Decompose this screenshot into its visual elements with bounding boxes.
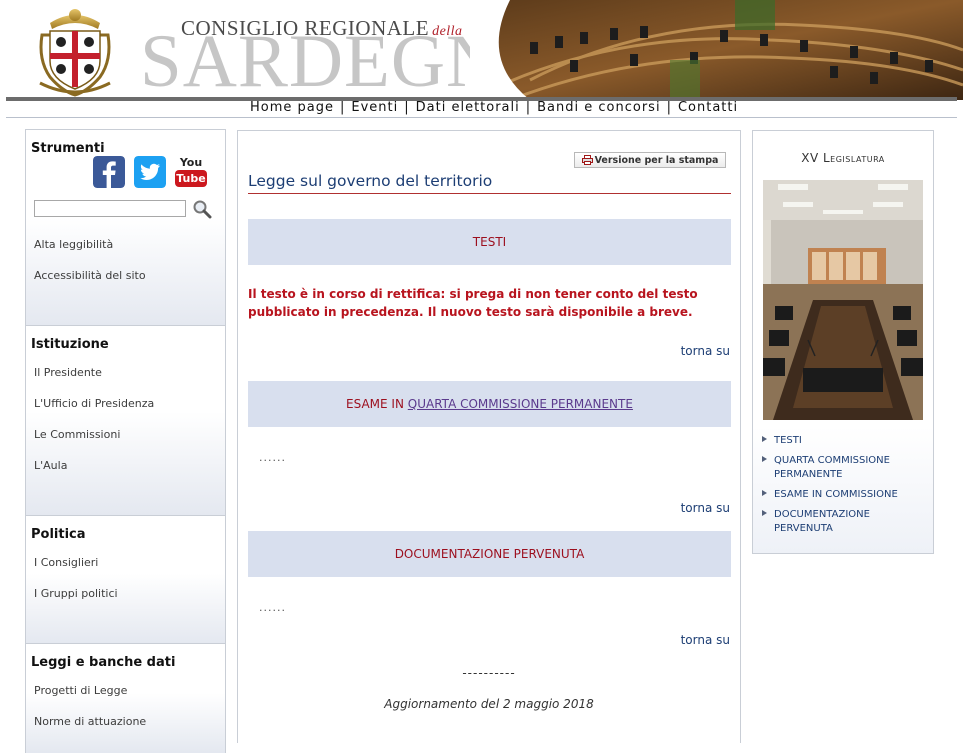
bullet-icon xyxy=(762,456,767,462)
print-version-button[interactable]: Versione per la stampa xyxy=(574,152,726,168)
right-link-quarta-commissione[interactable]: QUARTA COMMISSIONE PERMANENTE xyxy=(762,454,922,482)
sidebar-heading-politica: Politica xyxy=(31,527,86,542)
sidebar-link-ufficio-presidenza[interactable]: L'Ufficio di Presidenza xyxy=(34,397,154,410)
nav-bandi-e-concorsi[interactable]: Bandi e concorsi xyxy=(531,101,666,115)
sidebar-link-aula[interactable]: L'Aula xyxy=(34,459,67,472)
printer-icon xyxy=(581,155,593,165)
sidebar-heading-strumenti: Strumenti xyxy=(31,141,105,156)
sidebar-link-accessibilita[interactable]: Accessibilità del sito xyxy=(34,269,146,282)
search-input[interactable] xyxy=(34,200,186,217)
sidebar-link-norme-attuazione[interactable]: Norme di attuazione xyxy=(34,715,146,728)
right-link-documentazione-label: DOCUMENTAZIONE PERVENUTA xyxy=(774,509,870,534)
sidebar-heading-leggi: Leggi e banche dati xyxy=(31,655,176,670)
search-icon[interactable] xyxy=(192,199,212,219)
placeholder-dots: ...... xyxy=(259,601,286,614)
sidebar-section-politica: Politica I Consiglieri I Gruppi politici xyxy=(25,515,226,644)
nav-contatti[interactable]: Contatti xyxy=(672,101,744,115)
right-link-quarta-commissione-label: QUARTA COMMISSIONE PERMANENTE xyxy=(774,455,890,480)
sidebar-section-leggi: Leggi e banche dati Progetti di Legge No… xyxy=(25,643,226,753)
nav-eventi[interactable]: Eventi xyxy=(345,101,404,115)
sidebar-link-gruppi-politici[interactable]: I Gruppi politici xyxy=(34,587,118,600)
site-header: CONSIGLIO REGIONALE della SARDEGNA xyxy=(0,0,963,100)
placeholder-dots: ...... xyxy=(259,451,286,464)
sidebar-heading-istituzione: Istituzione xyxy=(31,337,109,352)
right-link-documentazione[interactable]: DOCUMENTAZIONE PERVENUTA xyxy=(762,508,922,536)
youtube-icon-top: You xyxy=(179,156,203,169)
section-header-documentazione: DOCUMENTAZIONE PERVENUTA xyxy=(248,531,731,577)
twitter-icon[interactable] xyxy=(134,156,166,188)
rectification-notice: Il testo è in corso di rettifica: si pre… xyxy=(248,287,698,319)
right-link-esame-commissione[interactable]: ESAME IN COMMISSIONE xyxy=(762,488,922,502)
sidebar-link-alta-leggibilita[interactable]: Alta leggibilità xyxy=(34,238,113,251)
bullet-icon xyxy=(762,510,767,516)
bullet-icon xyxy=(762,436,767,442)
nav-home-page[interactable]: Home page xyxy=(244,101,340,115)
coat-of-arms-logo[interactable] xyxy=(36,5,114,97)
council-room-photo xyxy=(763,180,923,420)
back-to-top-link[interactable]: torna su xyxy=(681,633,730,647)
right-link-testi[interactable]: TESTI xyxy=(762,434,922,448)
section-header-esame: ESAME IN QUARTA COMMISSIONE PERMANENTE xyxy=(248,381,731,427)
section-header-documentazione-label: DOCUMENTAZIONE PERVENUTA xyxy=(394,547,585,561)
section-header-testi: TESTI xyxy=(248,219,731,265)
right-link-esame-commissione-label: ESAME IN COMMISSIONE xyxy=(774,489,898,500)
youtube-icon[interactable]: You Tube xyxy=(175,156,207,188)
back-to-top-link[interactable]: torna su xyxy=(681,344,730,358)
left-sidebar: Strumenti You Tube Alta leggibilità Acce… xyxy=(25,129,226,753)
right-sidebar: XV Legislatura TESTI QUARTA COMMISSIONE … xyxy=(752,130,934,554)
sidebar-section-istituzione: Istituzione Il Presidente L'Ufficio di P… xyxy=(25,325,226,516)
back-to-top-link[interactable]: torna su xyxy=(681,501,730,515)
quarta-commissione-link[interactable]: QUARTA COMMISSIONE PERMANENTE xyxy=(408,397,633,411)
sidebar-section-strumenti: Strumenti You Tube Alta leggibilità Acce… xyxy=(25,129,226,326)
print-version-label: Versione per la stampa xyxy=(594,155,719,166)
sidebar-link-progetti-di-legge[interactable]: Progetti di Legge xyxy=(34,684,127,697)
sidebar-link-presidente[interactable]: Il Presidente xyxy=(34,366,102,379)
last-updated-text: Aggiornamento del 2 maggio 2018 xyxy=(384,697,594,711)
page-title: Legge sul governo del territorio xyxy=(248,172,731,194)
facebook-icon[interactable] xyxy=(93,156,125,188)
section-header-testi-label: TESTI xyxy=(472,235,507,249)
right-link-testi-label: TESTI xyxy=(774,435,802,446)
main-content: Versione per la stampa Legge sul governo… xyxy=(237,130,741,743)
sidebar-link-commissioni[interactable]: Le Commissioni xyxy=(34,428,120,441)
legislature-title: XV Legislatura xyxy=(801,151,885,165)
content-separator: ---------- xyxy=(462,666,516,680)
assembly-hall-photo xyxy=(470,0,963,100)
nav-dati-elettorali[interactable]: Dati elettorali xyxy=(410,101,526,115)
section-header-esame-prefix: ESAME IN xyxy=(346,397,404,411)
youtube-icon-bottom: Tube xyxy=(175,170,207,187)
top-navigation: Home page | Eventi | Dati elettorali | Band… xyxy=(6,101,957,118)
sidebar-link-consiglieri[interactable]: I Consiglieri xyxy=(34,556,98,569)
bullet-icon xyxy=(762,490,767,496)
top-nav-items: Home page | Eventi | Dati elettorali | Band… xyxy=(244,101,744,115)
